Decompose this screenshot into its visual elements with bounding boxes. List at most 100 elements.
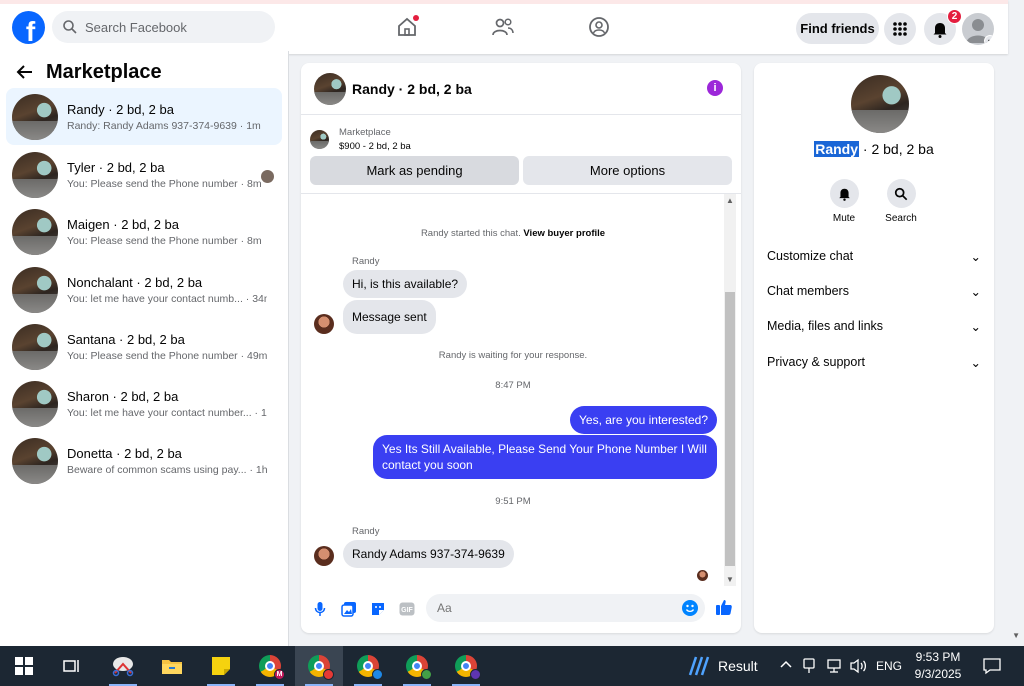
conversation-preview: You: Please send the Phone number · 8m [67, 177, 262, 190]
listing-summary[interactable]: Marketplace $900 - 2 bd, 2 ba [301, 115, 741, 155]
conversation-preview: Beware of common scams using pay... · 1h [67, 463, 267, 476]
chat-scrollbar[interactable]: ▲ ▼ [724, 194, 736, 586]
weather-icon[interactable] [686, 655, 710, 680]
menu-grid-icon[interactable] [884, 13, 916, 45]
chrome-profile-icon[interactable] [393, 646, 441, 686]
svg-text:GIF: GIF [401, 607, 413, 614]
mark-as-pending-button[interactable]: Mark as pending [310, 156, 519, 185]
friends-icon[interactable] [490, 14, 516, 40]
details-title: Randy · 2 bd, 2 ba [754, 141, 994, 157]
bell-icon[interactable] [829, 179, 859, 208]
chrome-profile-icon[interactable] [442, 646, 490, 686]
marketplace-label: Marketplace [339, 126, 391, 138]
microphone-icon[interactable] [311, 600, 329, 618]
file-explorer-icon[interactable] [148, 646, 196, 686]
listing-actions: Mark as pending More options [301, 156, 741, 185]
sticky-notes-icon[interactable] [197, 646, 245, 686]
conversation-title: Tyler · 2 bd, 2 ba [67, 159, 165, 175]
chat-title[interactable]: Randy · 2 bd, 2 ba [352, 81, 472, 97]
chat-started-notice: Randy started this chat. View buyer prof… [301, 228, 725, 239]
network-icon[interactable] [826, 658, 842, 677]
show-hidden-icons-icon[interactable] [779, 657, 793, 672]
find-friends-button[interactable]: Find friends [796, 13, 879, 44]
conversation-title: Nonchalant · 2 bd, 2 ba [67, 274, 203, 290]
gif-icon[interactable]: GIF [398, 600, 416, 618]
page-title: Marketplace [46, 60, 162, 83]
mute-action[interactable]: Mute [819, 179, 869, 224]
message-input[interactable] [437, 601, 667, 615]
page-scroll-down-arrow-icon[interactable]: ▼ [1012, 631, 1020, 640]
incoming-message[interactable]: Message sent [343, 300, 436, 334]
message-input-box[interactable] [426, 594, 705, 622]
scrollbar-thumb[interactable] [725, 292, 735, 566]
back-arrow-icon[interactable] [16, 64, 34, 80]
scroll-up-arrow-icon[interactable]: ▲ [726, 196, 734, 205]
sender-avatar[interactable] [314, 314, 334, 334]
search-box[interactable] [52, 11, 275, 43]
conversation-preview: You: let me have your contact number... … [67, 406, 267, 419]
conversation-item[interactable]: Nonchalant · 2 bd, 2 ba You: let me have … [6, 261, 282, 318]
view-buyer-profile-link[interactable]: View buyer profile [523, 228, 605, 239]
chrome-profile-icon[interactable] [295, 646, 343, 686]
timestamp: 8:47 PM [495, 380, 531, 391]
top-navigation-bar: f Find friends 2 ▾ [0, 0, 1008, 54]
search-label: Search [885, 213, 917, 224]
conversation-item[interactable]: Donetta · 2 bd, 2 ba Beware of common sca… [6, 432, 282, 489]
weather-widget-label[interactable]: Result [718, 658, 758, 674]
task-view-icon[interactable] [48, 646, 96, 686]
row-label: Customize chat [767, 249, 854, 263]
privacy-support-row[interactable]: Privacy & support ⌄ [767, 352, 981, 372]
snipping-tool-icon[interactable] [99, 646, 147, 686]
input-language[interactable]: ENG [876, 659, 902, 673]
chrome-profile-icon[interactable]: M [246, 646, 294, 686]
facebook-logo-icon[interactable]: f [12, 11, 45, 44]
waiting-notice: Randy is waiting for your response. [438, 350, 588, 361]
listing-thumbnail [12, 208, 58, 255]
meet-now-icon[interactable] [803, 658, 817, 677]
media-files-links-row[interactable]: Media, files and links ⌄ [767, 316, 981, 336]
photo-icon[interactable] [340, 600, 358, 618]
notification-center-icon[interactable] [983, 657, 1001, 678]
search-action[interactable]: Search [876, 179, 926, 224]
thumbs-up-icon[interactable] [715, 598, 733, 619]
chat-members-row[interactable]: Chat members ⌄ [767, 281, 981, 301]
account-avatar[interactable]: ▾ [962, 13, 994, 45]
info-icon[interactable]: i [707, 80, 723, 96]
incoming-message[interactable]: Randy Adams 937-374-9639 [343, 540, 514, 568]
sticker-icon[interactable] [369, 600, 387, 618]
listing-thumbnail[interactable] [314, 72, 346, 105]
seen-avatar [697, 570, 708, 581]
conversation-item[interactable]: Sharon · 2 bd, 2 ba You: let me have your… [6, 375, 282, 432]
sender-avatar[interactable] [314, 546, 334, 566]
listing-thumbnail-small [310, 129, 329, 149]
volume-icon[interactable] [850, 658, 868, 677]
chevron-down-icon: ⌄ [970, 249, 981, 264]
outgoing-message[interactable]: Yes Its Still Available, Please Send You… [373, 435, 717, 479]
chat-panel: Randy · 2 bd, 2 ba i Marketplace $900 - … [301, 63, 741, 633]
scroll-down-arrow-icon[interactable]: ▼ [726, 575, 734, 584]
outgoing-message[interactable]: Yes, are you interested? [570, 406, 717, 434]
listing-thumbnail [12, 151, 58, 198]
customize-chat-row[interactable]: Customize chat ⌄ [767, 246, 981, 266]
search-input[interactable] [85, 19, 265, 35]
message-thread[interactable]: Randy started this chat. View buyer prof… [301, 193, 741, 586]
incoming-message[interactable]: Hi, is this available? [343, 270, 468, 298]
conversation-item[interactable]: Tyler · 2 bd, 2 ba You: Please send the P… [6, 146, 282, 203]
home-icon[interactable] [394, 14, 420, 40]
search-icon[interactable] [886, 179, 916, 208]
more-options-button[interactable]: More options [523, 156, 732, 185]
conversation-preview: Randy: Randy Adams 937-374-9639 · 1m [67, 119, 261, 132]
notifications-bell-icon[interactable]: 2 [924, 9, 962, 45]
details-title-rest: · 2 bd, 2 ba [859, 141, 934, 157]
conversation-item[interactable]: Santana · 2 bd, 2 ba You: Please send the… [6, 318, 282, 375]
conversation-item[interactable]: Randy · 2 bd, 2 ba Randy: Randy Adams 937… [6, 88, 282, 145]
system-clock[interactable]: 9:53 PM 9/3/2025 [903, 649, 973, 683]
details-title-selected[interactable]: Randy [814, 141, 860, 157]
conversation-item[interactable]: Maigen · 2 bd, 2 ba You: Please send the … [6, 203, 282, 260]
home-notification-dot [413, 15, 419, 21]
windows-start-icon[interactable] [0, 646, 48, 686]
listing-photo[interactable] [851, 75, 909, 133]
emoji-icon[interactable] [682, 600, 698, 616]
groups-icon[interactable] [586, 14, 612, 40]
chrome-profile-icon[interactable] [344, 646, 392, 686]
